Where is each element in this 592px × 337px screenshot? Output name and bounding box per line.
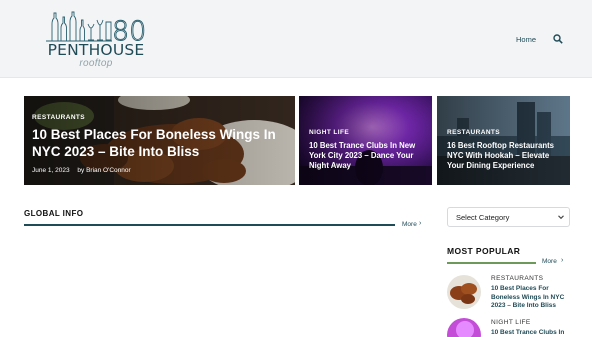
hero-category[interactable]: NIGHT LIFE [309,129,349,136]
popular-thumb-club[interactable] [447,318,481,337]
hero-category[interactable]: RESTAURANTS [447,129,500,136]
club-thumbnail [447,318,481,337]
hero-title[interactable]: 10 Best Places For Boneless Wings In NYC… [32,126,282,160]
site-header: 808 PENTHOUSE rooftop Home [0,0,592,78]
hero-category[interactable]: RESTAURANTS [32,114,85,121]
hero-card-featured[interactable]: RESTAURANTS 10 Best Places For Boneless … [24,96,295,185]
logo-number: 808 [112,16,146,42]
global-more-link[interactable]: More [402,221,417,228]
nav-home-link[interactable]: Home [516,35,536,44]
popular-category[interactable]: NIGHT LIFE [491,319,531,326]
hero-card-rooftop[interactable]: RESTAURANTS 16 Best Rooftop Restaurants … [437,96,570,185]
hero-card-nightlife[interactable]: NIGHT LIFE 10 Best Trance Clubs In New Y… [299,96,432,185]
logo-subtitle: rooftop [79,58,113,69]
most-popular-title: MOST POPULAR [447,246,521,256]
section-divider [24,224,395,226]
popular-category[interactable]: RESTAURANTS [491,275,543,282]
category-select[interactable]: Select Category [447,207,570,227]
wings-thumbnail [447,275,481,309]
popular-title[interactable]: 10 Best Places For Boneless Wings In NYC… [491,285,571,311]
popular-title[interactable]: 10 Best Trance Clubs In [491,329,571,337]
category-select-value: Select Category [456,213,510,222]
chevron-right-icon[interactable]: › [419,220,421,227]
hero-date: June 1, 2023 [32,167,70,174]
chevron-right-icon[interactable]: › [561,257,563,264]
popular-more-link[interactable]: More [542,258,557,265]
section-title-global-info: GLOBAL INFO [24,209,84,218]
search-icon[interactable] [553,34,563,44]
logo-name: PENTHOUSE [47,41,145,59]
hero-author[interactable]: by Brian O'Connor [77,167,130,174]
hero-title[interactable]: 10 Best Trance Clubs In New York City 20… [309,141,427,171]
most-popular-divider [447,262,536,264]
chevron-down-icon [558,215,564,220]
popular-thumb-wings[interactable] [447,275,481,309]
bottles-logo-art: 808 [46,11,146,42]
site-logo[interactable]: 808 PENTHOUSE rooftop [44,10,148,70]
hero-title[interactable]: 16 Best Rooftop Restaurants NYC With Hoo… [447,141,565,171]
hero-meta: June 1, 2023 by Brian O'Connor [32,167,131,174]
